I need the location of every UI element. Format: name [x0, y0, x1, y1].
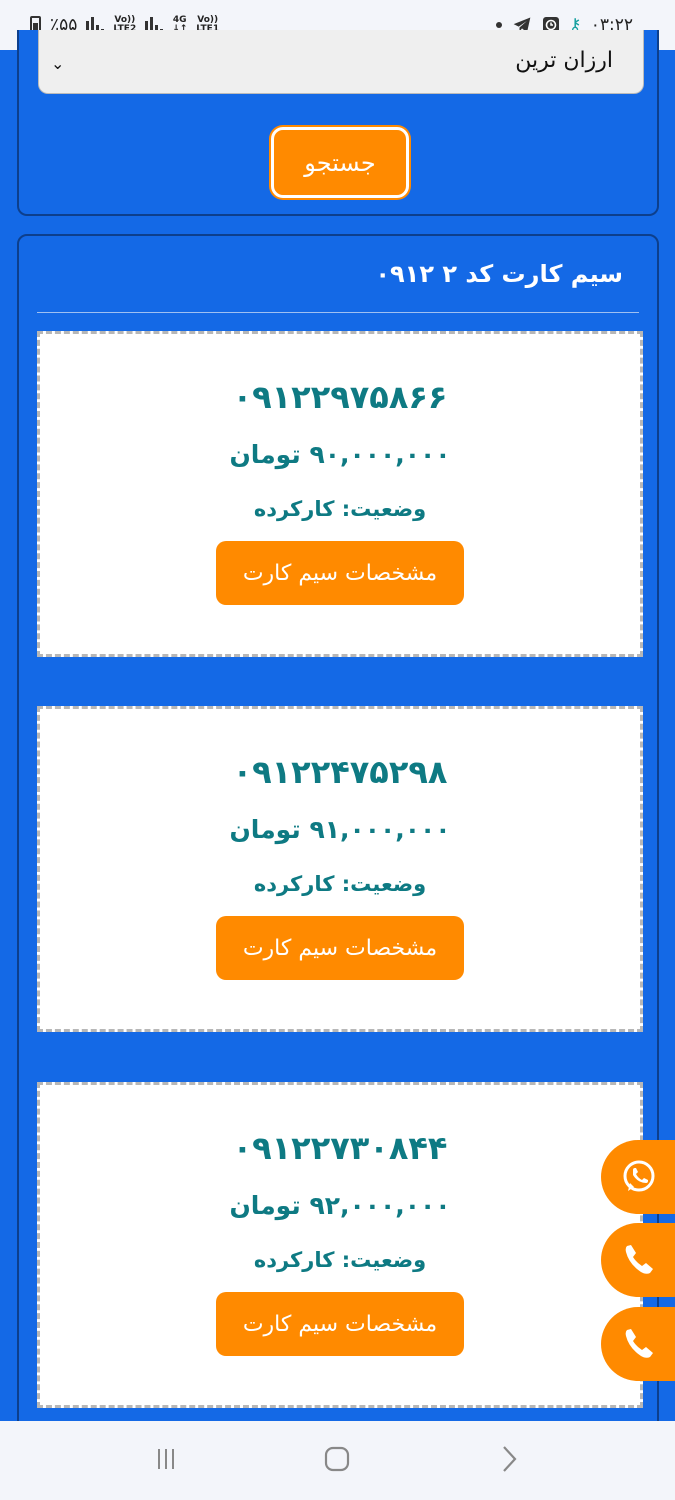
recent-apps-icon[interactable] — [151, 1444, 181, 1478]
chevron-down-icon: ⌄ — [51, 54, 65, 73]
sim-card: ۰۹۱۲۲۴۷۵۲۹۸ ۹۱,۰۰۰,۰۰۰ تومان وضعیت: کارک… — [37, 706, 643, 1032]
notification-dot-icon — [495, 22, 502, 28]
sim-status: وضعیت: کارکرده — [253, 872, 427, 896]
call-button[interactable] — [601, 1223, 675, 1297]
sim-price: ۹۲,۰۰۰,۰۰۰ تومان — [229, 1191, 451, 1220]
whatsapp-icon — [623, 1160, 655, 1192]
sim-status: وضعیت: کارکرده — [253, 1248, 427, 1272]
filter-panel: ⌄ ارزان ترین جستجو — [17, 30, 659, 216]
sim-details-button[interactable]: مشخصات سیم کارت — [216, 1292, 464, 1356]
sim-price: ۹۱,۰۰۰,۰۰۰ تومان — [229, 815, 451, 844]
list-title: سیم کارت کد ۲ ۰۹۱۲ — [375, 260, 623, 288]
sim-number: ۰۹۱۲۲۹۷۵۸۶۶ — [232, 378, 448, 416]
whatsapp-button[interactable] — [601, 1140, 675, 1214]
sort-selected-value: ارزان ترین — [515, 48, 613, 73]
sim-card: ۰۹۱۲۲۹۷۵۸۶۶ ۹۰,۰۰۰,۰۰۰ تومان وضعیت: کارک… — [37, 331, 643, 657]
sim-list-panel: سیم کارت کد ۲ ۰۹۱۲ ۰۹۱۲۲۹۷۵۸۶۶ ۹۰,۰۰۰,۰۰… — [17, 234, 659, 1434]
sim-number: ۰۹۱۲۲۴۷۵۲۹۸ — [232, 753, 448, 791]
sim-status: وضعیت: کارکرده — [253, 497, 427, 521]
sim-number: ۰۹۱۲۲۷۳۰۸۴۴ — [232, 1129, 448, 1167]
system-nav-bar — [0, 1421, 675, 1500]
call-button[interactable] — [601, 1307, 675, 1381]
sort-select[interactable]: ⌄ ارزان ترین — [38, 30, 644, 94]
home-icon[interactable] — [322, 1444, 352, 1478]
sim-details-button[interactable]: مشخصات سیم کارت — [216, 541, 464, 605]
sim-details-button[interactable]: مشخصات سیم کارت — [216, 916, 464, 980]
phone-icon — [625, 1245, 653, 1274]
title-divider — [37, 312, 639, 313]
sim-price: ۹۰,۰۰۰,۰۰۰ تومان — [229, 440, 451, 469]
back-icon[interactable] — [494, 1444, 524, 1478]
search-button[interactable]: جستجو — [271, 127, 409, 198]
phone-icon — [625, 1329, 653, 1358]
sim-card: ۰۹۱۲۲۷۳۰۸۴۴ ۹۲,۰۰۰,۰۰۰ تومان وضعیت: کارک… — [37, 1082, 643, 1408]
